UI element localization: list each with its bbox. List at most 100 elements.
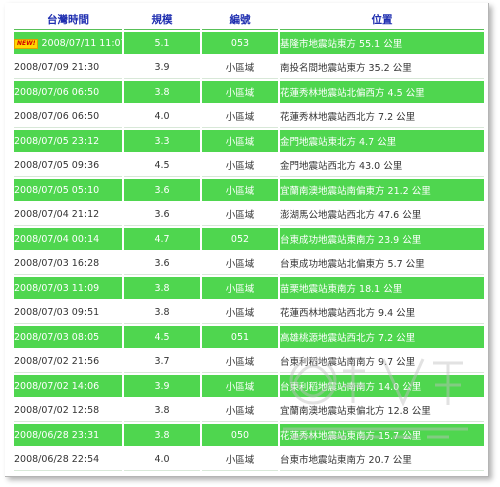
cell-time-text: 2008/07/04 21:12 — [14, 208, 100, 220]
cell-magnitude: 5.1 — [124, 32, 200, 54]
cell-location: 台東成功地震站北偏東方 5.7 公里 — [280, 252, 484, 275]
cell-magnitude: 3.7 — [124, 350, 200, 373]
table-row[interactable]: 2008/07/03 11:09 3.8 小區域 苗栗地震站東南方 18.1 公里 — [14, 277, 484, 299]
cell-time-text: 2008/07/03 11:09 — [14, 282, 100, 294]
cell-location: 台東利稻地震站南南方 9.7 公里 — [280, 350, 484, 373]
cell-location: 宜蘭南澳地震站東偏北方 12.8 公里 — [280, 399, 484, 422]
cell-time: 2008/07/05 09:36 — [14, 154, 122, 177]
cell-time: 2008/07/03 16:28 — [14, 252, 122, 275]
cell-number: 小區域 — [202, 301, 278, 324]
cell-time: 2008/07/03 11:09 — [14, 277, 122, 299]
column-header-location[interactable]: 位置 — [280, 10, 484, 30]
cell-number: 小區域 — [202, 277, 278, 299]
cell-time-text: 2008/07/03 09:51 — [14, 306, 100, 318]
cell-magnitude: 4.5 — [124, 154, 200, 177]
table-row[interactable]: 2008/06/28 23:31 3.8 050 花蓮秀林地震站東南方 15.7 公里 — [14, 424, 484, 446]
cell-magnitude: 3.9 — [124, 56, 200, 79]
cell-magnitude: 3.8 — [124, 399, 200, 422]
new-badge-icon: NEW! — [14, 38, 39, 49]
cell-number: 小區域 — [202, 350, 278, 373]
cell-magnitude: 4.5 — [124, 326, 200, 348]
cell-time-text: 2008/07/06 06:50 — [14, 110, 100, 122]
cell-time: 2008/07/02 12:58 — [14, 399, 122, 422]
cell-number: 052 — [202, 228, 278, 250]
cell-number: 小區域 — [202, 130, 278, 152]
table-row[interactable]: 2008/07/05 23:12 3.3 小區域 金門地震站東北方 4.7 公里 — [14, 130, 484, 152]
table-row[interactable]: 2008/07/05 05:10 3.6 小區域 宜蘭南澳地震站南偏東方 21.2 公… — [14, 179, 484, 201]
table-row[interactable]: 2008/06/28 22:54 4.0 小區域 台東市地震站東南方 20.7 公里 — [14, 448, 484, 471]
table-row[interactable]: 2008/07/03 09:51 3.8 小區域 花蓮西林地震站西北方 9.4 公里 — [14, 301, 484, 324]
cell-time: 2008/07/02 14:06 — [14, 375, 122, 397]
cell-number: 小區域 — [202, 105, 278, 128]
cell-number: 051 — [202, 326, 278, 348]
table-row[interactable]: 2008/07/09 21:30 3.9 小區域 南投名間地震站東方 35.2 公里 — [14, 56, 484, 79]
cell-location: 花蓮西林地震站西北方 9.4 公里 — [280, 301, 484, 324]
table-row[interactable]: 2008/07/02 14:06 3.9 小區域 台東利稻地震站南南方 14.0 公里 — [14, 375, 484, 397]
cell-location: 金門地震站東北方 4.7 公里 — [280, 130, 484, 152]
cell-location: 澎湖馬公地震站西北方 47.6 公里 — [280, 203, 484, 226]
cell-magnitude: 3.8 — [124, 81, 200, 103]
cell-time-text: 2008/07/03 16:28 — [14, 257, 100, 269]
cell-number: 小區域 — [202, 81, 278, 103]
cell-magnitude: 3.8 — [124, 301, 200, 324]
cell-magnitude: 3.6 — [124, 203, 200, 226]
cell-time-text: 2008/07/05 09:36 — [14, 159, 100, 171]
table-row[interactable]: 2008/07/04 21:12 3.6 小區域 澎湖馬公地震站西北方 47.6 公里 — [14, 203, 484, 226]
cell-time: 2008/06/28 23:31 — [14, 424, 122, 446]
cell-time-text: 2008/07/04 00:14 — [14, 233, 100, 245]
cell-location: 金門地震站西北方 43.0 公里 — [280, 154, 484, 177]
table-row[interactable]: 2008/07/06 06:50 4.0 小區域 花蓮秀林地震站西北方 7.2 公里 — [14, 105, 484, 128]
table-row[interactable]: 2008/07/05 09:36 4.5 小區域 金門地震站西北方 43.0 公里 — [14, 154, 484, 177]
cell-number: 050 — [202, 424, 278, 446]
table-row[interactable]: 2008/07/06 06:50 3.8 小區域 花蓮秀林地震站北偏西方 4.5 公里 — [14, 81, 484, 103]
cell-location: 宜蘭南澳地震站南偏東方 21.2 公里 — [280, 179, 484, 201]
table-row[interactable]: 2008/07/02 21:56 3.7 小區域 台東利稻地震站南南方 9.7 公里 — [14, 350, 484, 373]
cell-location: 台東利稻地震站南南方 14.0 公里 — [280, 375, 484, 397]
column-header-time[interactable]: 台灣時間 — [14, 10, 122, 30]
table-row[interactable]: 2008/07/03 16:28 3.6 小區域 台東成功地震站北偏東方 5.7 公里 — [14, 252, 484, 275]
cell-time-text: 2008/06/28 23:31 — [14, 429, 100, 441]
cell-number: 053 — [202, 32, 278, 54]
cell-time: 2008/07/04 00:14 — [14, 228, 122, 250]
table-row[interactable]: 2008/07/04 00:14 4.7 052 台東成功地震站東南方 23.9 公里 — [14, 228, 484, 250]
cell-time-text: 2008/07/02 21:56 — [14, 355, 100, 367]
cell-number: 小區域 — [202, 179, 278, 201]
cell-number: 小區域 — [202, 56, 278, 79]
cell-magnitude: 3.6 — [124, 179, 200, 201]
cell-time-text: 2008/07/11 11:07 — [41, 37, 122, 49]
cell-time: 2008/07/03 09:51 — [14, 301, 122, 324]
cell-time: NEW! 2008/07/11 11:07 — [14, 32, 122, 54]
cell-magnitude: 4.0 — [124, 448, 200, 471]
screenshot-frame: 台灣時間 規模 編號 位置 NEW! 2008/07/11 11:07 5.1 053… — [5, 3, 489, 477]
table-row[interactable]: 2008/07/02 12:58 3.8 小區域 宜蘭南澳地震站東偏北方 12.8 公… — [14, 399, 484, 422]
cell-location: 花蓮秀林地震站北偏西方 4.5 公里 — [280, 81, 484, 103]
cell-location: 南投名間地震站東方 35.2 公里 — [280, 56, 484, 79]
cell-time: 2008/07/05 05:10 — [14, 179, 122, 201]
cell-time: 2008/07/02 21:56 — [14, 350, 122, 373]
cell-time-text: 2008/07/05 23:12 — [14, 135, 100, 147]
cell-time: 2008/07/05 23:12 — [14, 130, 122, 152]
cell-number: 小區域 — [202, 448, 278, 471]
table-row[interactable]: 2008/07/03 08:05 4.5 051 高雄桃源地震站西北方 7.2 公里 — [14, 326, 484, 348]
table-row[interactable]: NEW! 2008/07/11 11:07 5.1 053 基隆市地震站東方 55.1 … — [14, 32, 484, 54]
cell-time-text: 2008/07/02 12:58 — [14, 404, 100, 416]
cell-location: 高雄桃源地震站西北方 7.2 公里 — [280, 326, 484, 348]
cell-time-text: 2008/07/02 14:06 — [14, 380, 100, 392]
cell-location: 台東市地震站東南方 20.7 公里 — [280, 448, 484, 471]
cell-number: 小區域 — [202, 252, 278, 275]
cell-time-text: 2008/07/06 06:50 — [14, 86, 100, 98]
column-header-magnitude[interactable]: 規模 — [124, 10, 200, 30]
cell-location: 基隆市地震站東方 55.1 公里 — [280, 32, 484, 54]
cell-time: 2008/07/06 06:50 — [14, 105, 122, 128]
cell-magnitude: 4.7 — [124, 228, 200, 250]
cell-time-text: 2008/07/03 08:05 — [14, 331, 100, 343]
cell-magnitude: 3.3 — [124, 130, 200, 152]
cell-magnitude: 3.8 — [124, 277, 200, 299]
cell-time: 2008/07/06 06:50 — [14, 81, 122, 103]
cell-number: 小區域 — [202, 399, 278, 422]
column-header-number[interactable]: 編號 — [202, 10, 278, 30]
cell-location: 花蓮秀林地震站東南方 15.7 公里 — [280, 424, 484, 446]
cell-magnitude: 3.8 — [124, 424, 200, 446]
cell-location: 台東成功地震站東南方 23.9 公里 — [280, 228, 484, 250]
earthquake-table: 台灣時間 規模 編號 位置 NEW! 2008/07/11 11:07 5.1 053… — [12, 8, 486, 473]
